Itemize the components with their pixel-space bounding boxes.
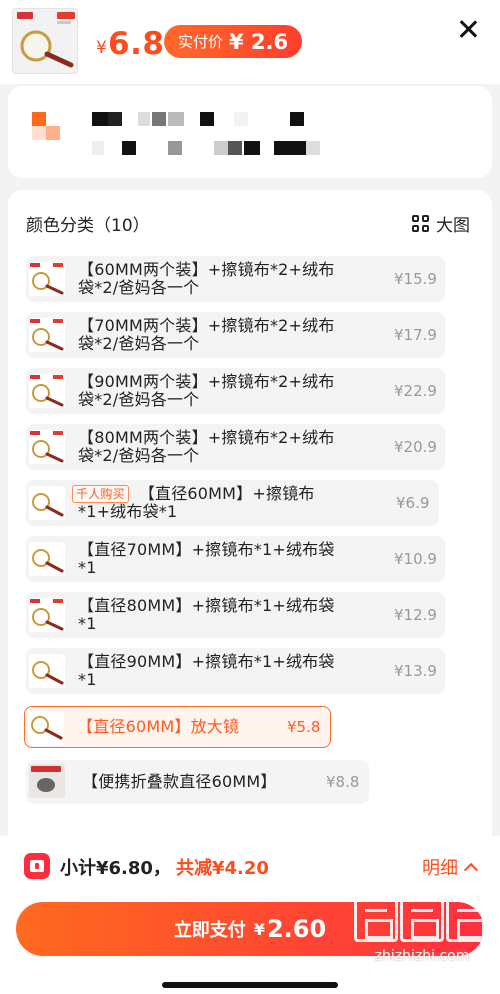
sku-price: ¥12.9 <box>394 606 437 624</box>
sku-price: ¥8.8 <box>326 773 360 791</box>
sku-label: 【60MM两个装】+擦镜布*2+绒布 袋*2/爸妈各一个 <box>78 260 335 297</box>
pay-amount: 2.60 <box>266 915 327 943</box>
sku-price: ¥13.9 <box>394 662 437 680</box>
sku-label: 千人购买 【直径60MM】+擦镜布 *1+绒布袋*1 <box>72 485 315 521</box>
color-category-title: 颜色分类（10） <box>26 216 150 236</box>
sku-thumbnail <box>29 262 65 296</box>
sku-option[interactable]: 【80MM两个装】+擦镜布*2+绒布 袋*2/爸妈各一个 ¥20.9 <box>26 424 445 470</box>
location-icon <box>32 112 46 126</box>
sku-option[interactable]: 【直径80MM】+擦镜布*1+绒布袋 *1 ¥12.9 <box>26 592 445 638</box>
sku-price: ¥15.9 <box>394 270 437 288</box>
product-thumbnail[interactable] <box>12 8 78 74</box>
masked-text <box>138 112 150 126</box>
masked-text <box>92 112 108 126</box>
chevron-up-icon <box>463 862 479 877</box>
sku-label: 【90MM两个装】+擦镜布*2+绒布 袋*2/爸妈各一个 <box>78 372 335 409</box>
masked-text <box>92 141 104 155</box>
sku-option[interactable]: 【直径90MM】+擦镜布*1+绒布袋 *1 ¥13.9 <box>26 648 445 694</box>
masked-text <box>244 141 260 155</box>
popular-badge: 千人购买 <box>72 485 129 503</box>
sku-label: 【70MM两个装】+擦镜布*2+绒布 袋*2/爸妈各一个 <box>78 316 335 353</box>
price-currency: ¥ <box>96 38 107 58</box>
sku-option-selected[interactable]: 【直径60MM】放大镜 ¥5.8 <box>24 706 331 748</box>
sku-price: ¥20.9 <box>394 438 437 456</box>
store-tag-sub <box>57 21 71 24</box>
discount-text: 共减¥4.20 <box>176 858 269 879</box>
checkout-bar: 小计¥6.80， 共减¥4.20 明细 立即支付 ¥ 2.60 <box>0 836 500 994</box>
pay-now-button[interactable]: 立即支付 ¥ 2.60 <box>16 902 484 956</box>
product-price: 6.8 <box>108 26 165 62</box>
sku-label: 【直径70MM】+擦镜布*1+绒布袋 *1 <box>78 540 335 577</box>
pay-label: 立即支付 <box>173 920 246 941</box>
detail-label: 明细 <box>422 858 458 879</box>
big-picture-toggle[interactable]: 大图 <box>412 211 470 236</box>
brand-tag <box>17 12 33 19</box>
location-icon-pixel <box>46 126 60 140</box>
masked-text <box>234 112 248 126</box>
masked-text <box>168 141 182 155</box>
sku-label: 【直径80MM】+擦镜布*1+绒布袋 *1 <box>78 596 335 633</box>
real-price-badge: 实付价 ¥ 2.6 <box>164 25 303 58</box>
masked-text <box>290 112 304 126</box>
sku-thumbnail <box>29 654 65 688</box>
sku-options-panel: 颜色分类（10） 大图 【60MM两个装】+擦镜布*2+绒布 袋*2/爸妈各一个 … <box>8 190 492 850</box>
store-tag <box>57 12 75 19</box>
sku-label: 【直径60MM】放大镜 <box>77 717 240 736</box>
masked-text <box>152 112 166 126</box>
masked-text <box>200 112 214 126</box>
real-price-label: 实付价 <box>178 33 224 51</box>
sku-option[interactable]: 【90MM两个装】+擦镜布*2+绒布 袋*2/爸妈各一个 ¥22.9 <box>26 368 445 414</box>
masked-text <box>168 112 184 126</box>
home-indicator <box>162 982 338 988</box>
masked-text <box>214 141 228 155</box>
masked-text <box>306 141 320 155</box>
sku-thumbnail <box>29 318 65 352</box>
sku-price: ¥17.9 <box>394 326 437 344</box>
sku-price: ¥10.9 <box>394 550 437 568</box>
sku-label: 【80MM两个装】+擦镜布*2+绒布 袋*2/爸妈各一个 <box>78 428 335 465</box>
product-header: ¥ 6.8 实付价 ¥ 2.6 <box>0 0 500 84</box>
sku-thumbnail <box>29 598 65 632</box>
masked-text <box>274 141 306 155</box>
sku-label: 【便携折叠款直径60MM】 <box>82 772 277 791</box>
pay-currency: ¥ <box>253 919 265 939</box>
close-icon[interactable] <box>456 17 480 41</box>
sku-thumbnail <box>29 486 65 520</box>
masked-text <box>228 141 242 155</box>
sku-option[interactable]: 千人购买 【直径60MM】+擦镜布 *1+绒布袋*1 ¥6.9 <box>26 480 439 526</box>
sku-option[interactable]: 【直径70MM】+擦镜布*1+绒布袋 *1 ¥10.9 <box>26 536 445 582</box>
masked-text <box>122 141 136 155</box>
grid-icon <box>412 214 430 233</box>
sku-option[interactable]: 【便携折叠款直径60MM】 ¥8.8 <box>26 760 369 804</box>
sku-label: 【直径90MM】+擦镜布*1+绒布袋 *1 <box>78 652 335 689</box>
price-detail-toggle[interactable]: 明细 <box>422 854 479 880</box>
address-card[interactable] <box>8 86 492 178</box>
subtotal-text: 小计¥6.80， <box>60 858 171 879</box>
sku-price: ¥6.9 <box>396 494 430 512</box>
sku-thumbnail <box>29 374 65 408</box>
sku-thumbnail <box>29 430 65 464</box>
sku-thumbnail <box>29 764 65 798</box>
sku-option[interactable]: 【70MM两个装】+擦镜布*2+绒布 袋*2/爸妈各一个 ¥17.9 <box>26 312 445 358</box>
big-picture-label: 大图 <box>436 216 470 236</box>
sku-thumbnail <box>28 711 64 745</box>
location-icon-pixel <box>32 126 46 140</box>
magnifier-icon <box>20 30 74 68</box>
real-price-value: ¥ 2.6 <box>229 29 289 54</box>
sku-option[interactable]: 【60MM两个装】+擦镜布*2+绒布 袋*2/爸妈各一个 ¥15.9 <box>26 256 445 302</box>
sku-thumbnail <box>29 542 65 576</box>
sku-price: ¥5.8 <box>287 718 321 736</box>
masked-text <box>108 112 122 126</box>
sku-price: ¥22.9 <box>394 382 437 400</box>
coupon-icon <box>24 853 50 879</box>
